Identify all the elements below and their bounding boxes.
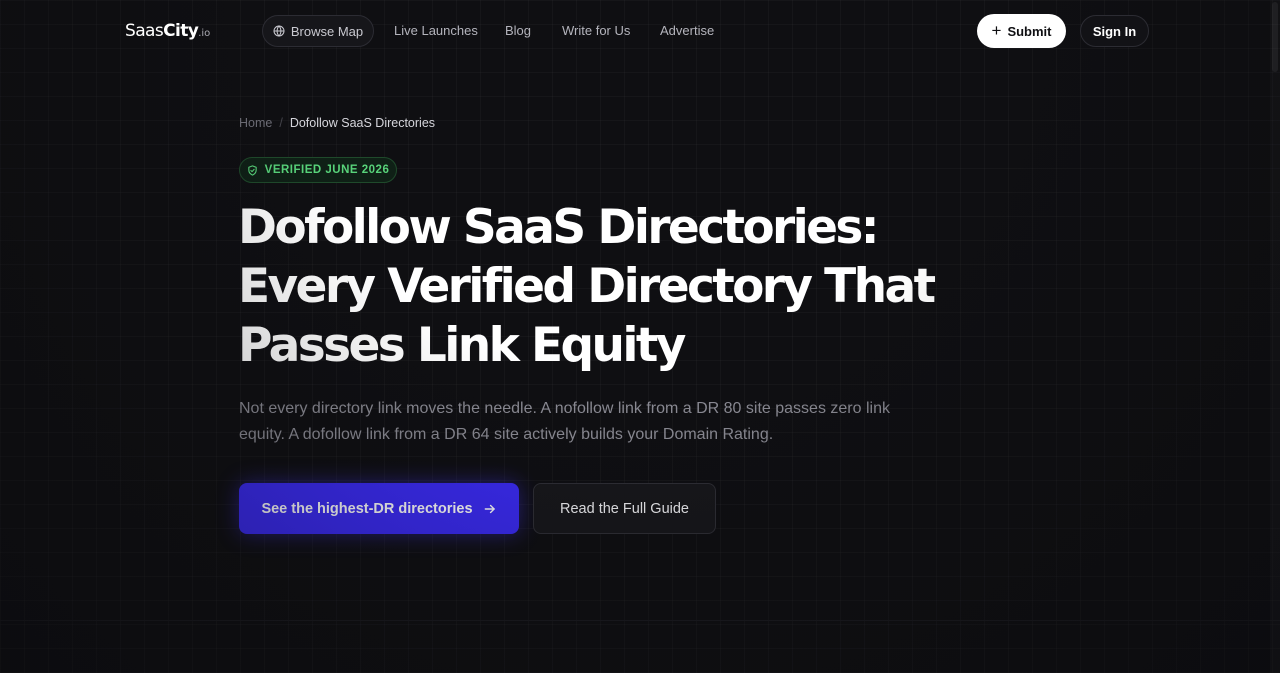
breadcrumb-home[interactable]: Home — [239, 116, 272, 130]
breadcrumb: Home / Dofollow SaaS Directories — [239, 115, 435, 131]
top-nav: SaasCity.io Browse Map Live Launches Blo… — [0, 0, 1280, 62]
verified-badge: VERIFIED JUNE 2026 — [239, 157, 397, 183]
shield-check-icon — [247, 164, 257, 176]
page-title-line: Dofollow SaaS Directories: — [238, 200, 880, 255]
highest-dr-directories-button[interactable]: See the highest-DR directories — [239, 483, 519, 534]
plus-icon: + — [991, 20, 1002, 40]
brand-logo[interactable]: SaasCity.io — [125, 20, 210, 45]
hero-description: Not every directory link moves the needl… — [239, 400, 890, 443]
submit-button[interactable]: + Submit — [977, 14, 1066, 48]
scrollbar[interactable] — [1270, 0, 1280, 673]
nav-live-launches[interactable]: Live Launches — [394, 22, 478, 40]
sign-in-button[interactable]: Sign In — [1080, 15, 1149, 47]
breadcrumb-current: Dofollow SaaS Directories — [289, 116, 436, 130]
read-full-guide-button[interactable]: Read the Full Guide — [533, 483, 716, 534]
page-title-line: Passes Link Equity — [238, 318, 686, 373]
verified-badge-label: VERIFIED JUNE 2026 — [264, 164, 390, 176]
browse-map-button[interactable]: Browse Map — [262, 15, 374, 47]
page-title-line: Every Verified Directory That — [238, 259, 936, 314]
page-title: Dofollow SaaS Directories: Every Verifie… — [238, 198, 1078, 375]
primary-cta-label: See the highest-DR directories — [261, 500, 473, 517]
scrollbar-thumb[interactable] — [1272, 2, 1278, 72]
globe-icon — [273, 25, 285, 37]
nav-blog[interactable]: Blog — [505, 22, 531, 40]
arrow-right-icon — [484, 504, 495, 513]
section-divider — [0, 620, 1280, 621]
browse-map-label: Browse Map — [290, 23, 364, 39]
page: SaasCity.io Browse Map Live Launches Blo… — [0, 0, 1280, 673]
sign-in-label: Sign In — [1092, 23, 1137, 39]
brand-name-regular: Saas — [125, 21, 164, 41]
submit-label: Submit — [1007, 23, 1052, 39]
brand-name-bold: City — [163, 21, 199, 41]
secondary-cta-label: Read the Full Guide — [560, 500, 689, 517]
breadcrumb-separator: / — [279, 116, 283, 130]
nav-write-for-us[interactable]: Write for Us — [562, 22, 630, 40]
nav-advertise[interactable]: Advertise — [660, 22, 714, 40]
brand-name-suffix: .io — [198, 28, 211, 39]
